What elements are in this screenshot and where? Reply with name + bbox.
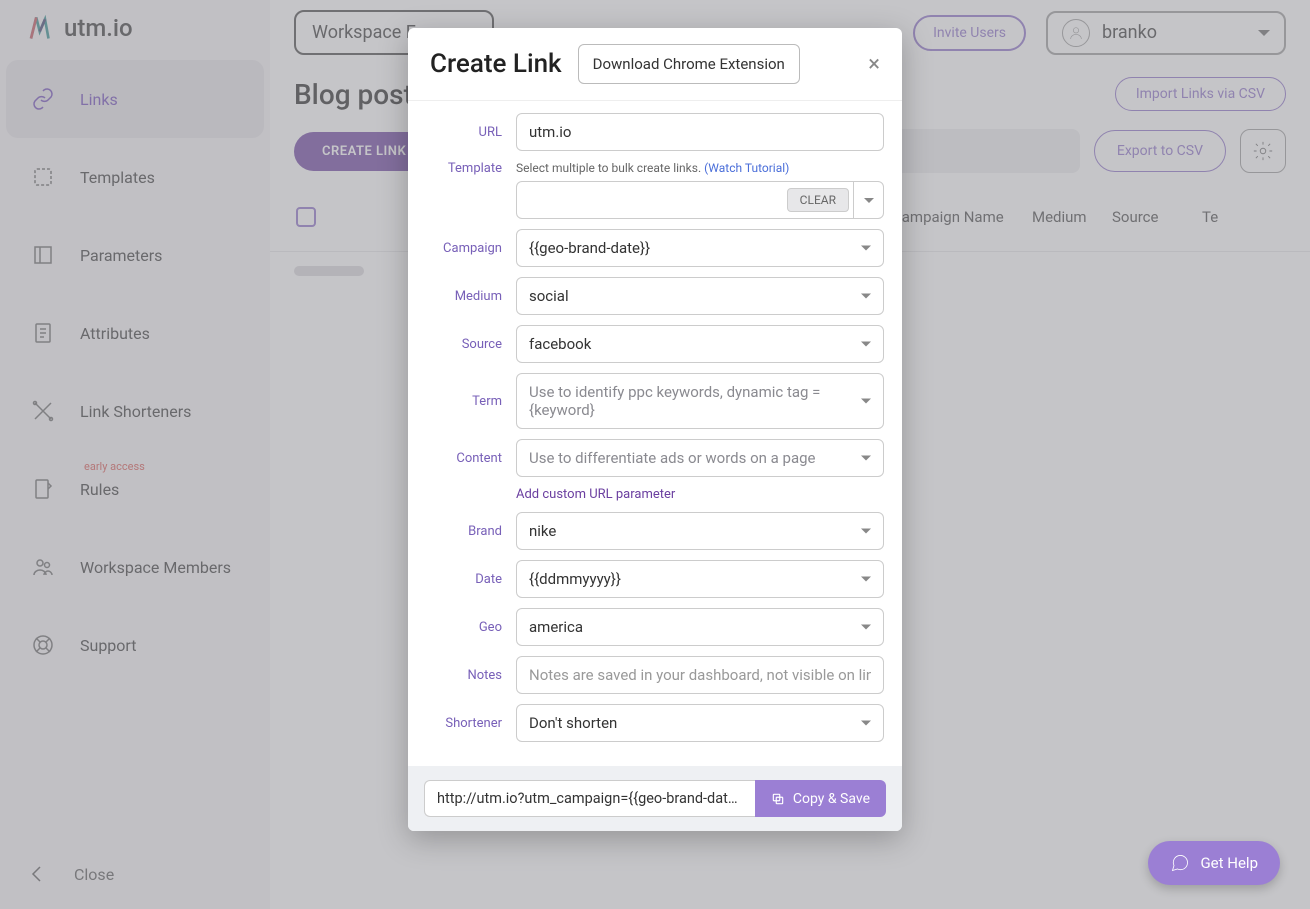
notes-input[interactable] <box>516 656 884 694</box>
watch-tutorial-link[interactable]: (Watch Tutorial) <box>704 161 789 175</box>
chat-icon <box>1170 853 1190 873</box>
result-url-field[interactable]: http://utm.io?utm_campaign={{geo-brand-d… <box>424 780 755 817</box>
modal-overlay: Create Link Download Chrome Extension × … <box>0 0 1310 909</box>
modal-header: Create Link Download Chrome Extension × <box>408 28 902 101</box>
medium-select[interactable]: social <box>516 277 884 315</box>
medium-label: Medium <box>426 289 516 304</box>
download-chrome-ext-button[interactable]: Download Chrome Extension <box>578 44 800 84</box>
get-help-button[interactable]: Get Help <box>1148 841 1280 885</box>
template-clear-button[interactable]: CLEAR <box>787 188 849 212</box>
content-select[interactable]: Use to differentiate ads or words on a p… <box>516 439 884 477</box>
copy-icon <box>771 792 785 806</box>
term-select[interactable]: Use to identify ppc keywords, dynamic ta… <box>516 373 884 429</box>
chevron-down-icon <box>861 294 871 299</box>
template-label: Template <box>426 161 516 176</box>
chevron-down-icon <box>861 577 871 582</box>
shortener-label: Shortener <box>426 716 516 731</box>
modal-body: URL Template Select multiple to bulk cre… <box>408 101 902 766</box>
date-label: date <box>426 572 516 587</box>
create-link-modal: Create Link Download Chrome Extension × … <box>408 28 902 831</box>
url-input[interactable] <box>516 113 884 151</box>
notes-label: Notes <box>426 668 516 683</box>
chevron-down-icon <box>861 399 871 404</box>
source-select[interactable]: facebook <box>516 325 884 363</box>
shortener-select[interactable]: Don't shorten <box>516 704 884 742</box>
modal-footer: http://utm.io?utm_campaign={{geo-brand-d… <box>408 766 902 831</box>
geo-select[interactable]: america <box>516 608 884 646</box>
date-select[interactable]: {{ddmmyyyy}} <box>516 560 884 598</box>
template-hint: Select multiple to bulk create links. (W… <box>516 161 884 175</box>
chevron-down-icon <box>861 456 871 461</box>
template-select[interactable]: CLEAR <box>516 181 884 219</box>
geo-label: geo <box>426 620 516 635</box>
source-label: Source <box>426 337 516 352</box>
term-label: Term <box>426 394 516 409</box>
brand-label: brand <box>426 524 516 539</box>
chevron-down-icon <box>861 342 871 347</box>
add-custom-param-link[interactable]: Add custom URL parameter <box>426 487 884 502</box>
copy-and-save-button[interactable]: Copy & Save <box>755 780 886 817</box>
chevron-down-icon <box>861 721 871 726</box>
chevron-down-icon <box>861 246 871 251</box>
modal-close-button[interactable]: × <box>868 52 880 77</box>
campaign-select[interactable]: {{geo-brand-date}} <box>516 229 884 267</box>
url-label: URL <box>426 125 516 140</box>
campaign-label: Campaign <box>426 241 516 256</box>
chevron-down-icon <box>861 529 871 534</box>
content-label: Content <box>426 451 516 466</box>
chevron-down-icon <box>861 625 871 630</box>
modal-title: Create Link <box>430 49 562 79</box>
chevron-down-icon <box>853 182 883 218</box>
brand-select[interactable]: nike <box>516 512 884 550</box>
